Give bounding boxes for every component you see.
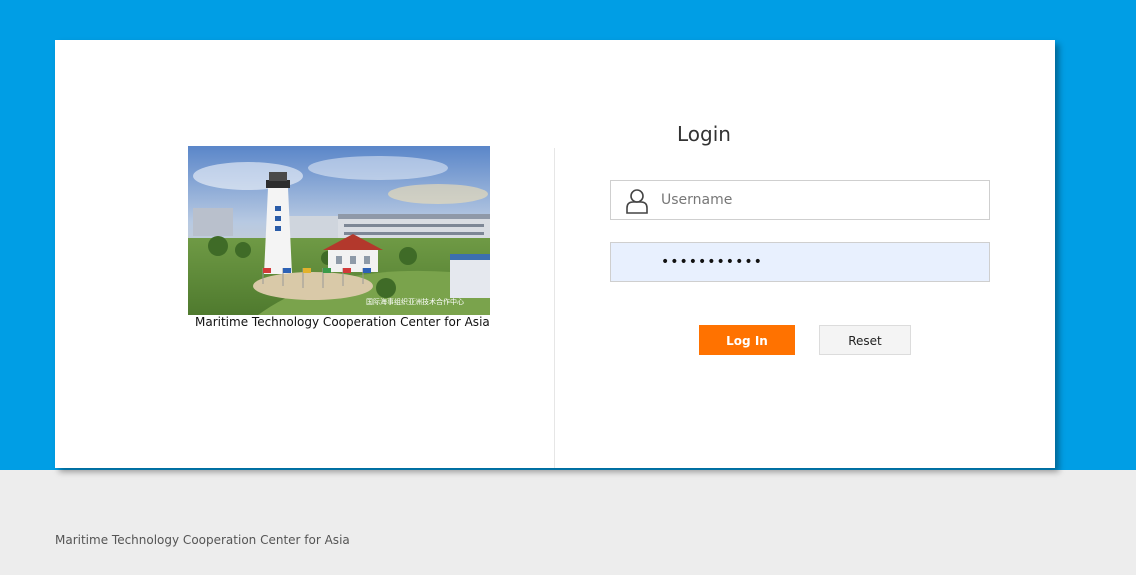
login-button[interactable]: Log In (699, 325, 795, 355)
panel-divider (554, 148, 555, 468)
username-field[interactable] (610, 180, 990, 220)
password-field[interactable] (610, 242, 990, 282)
bottom-background-band (0, 470, 1136, 575)
lighthouse-campus-photo: 国际海事组织亚洲技术合作中心 (188, 146, 490, 315)
photo-watermark: 国际海事组织亚洲技术合作中心 (366, 297, 464, 306)
password-input[interactable] (661, 243, 981, 281)
username-input[interactable] (661, 181, 981, 219)
photo-caption: Maritime Technology Cooperation Center f… (195, 315, 490, 329)
login-card: 国际海事组织亚洲技术合作中心 Maritime Technology Coope… (55, 40, 1055, 468)
login-title: Login (677, 122, 731, 146)
footer-text: Maritime Technology Cooperation Center f… (55, 533, 350, 547)
reset-button[interactable]: Reset (819, 325, 911, 355)
user-icon (626, 189, 648, 214)
